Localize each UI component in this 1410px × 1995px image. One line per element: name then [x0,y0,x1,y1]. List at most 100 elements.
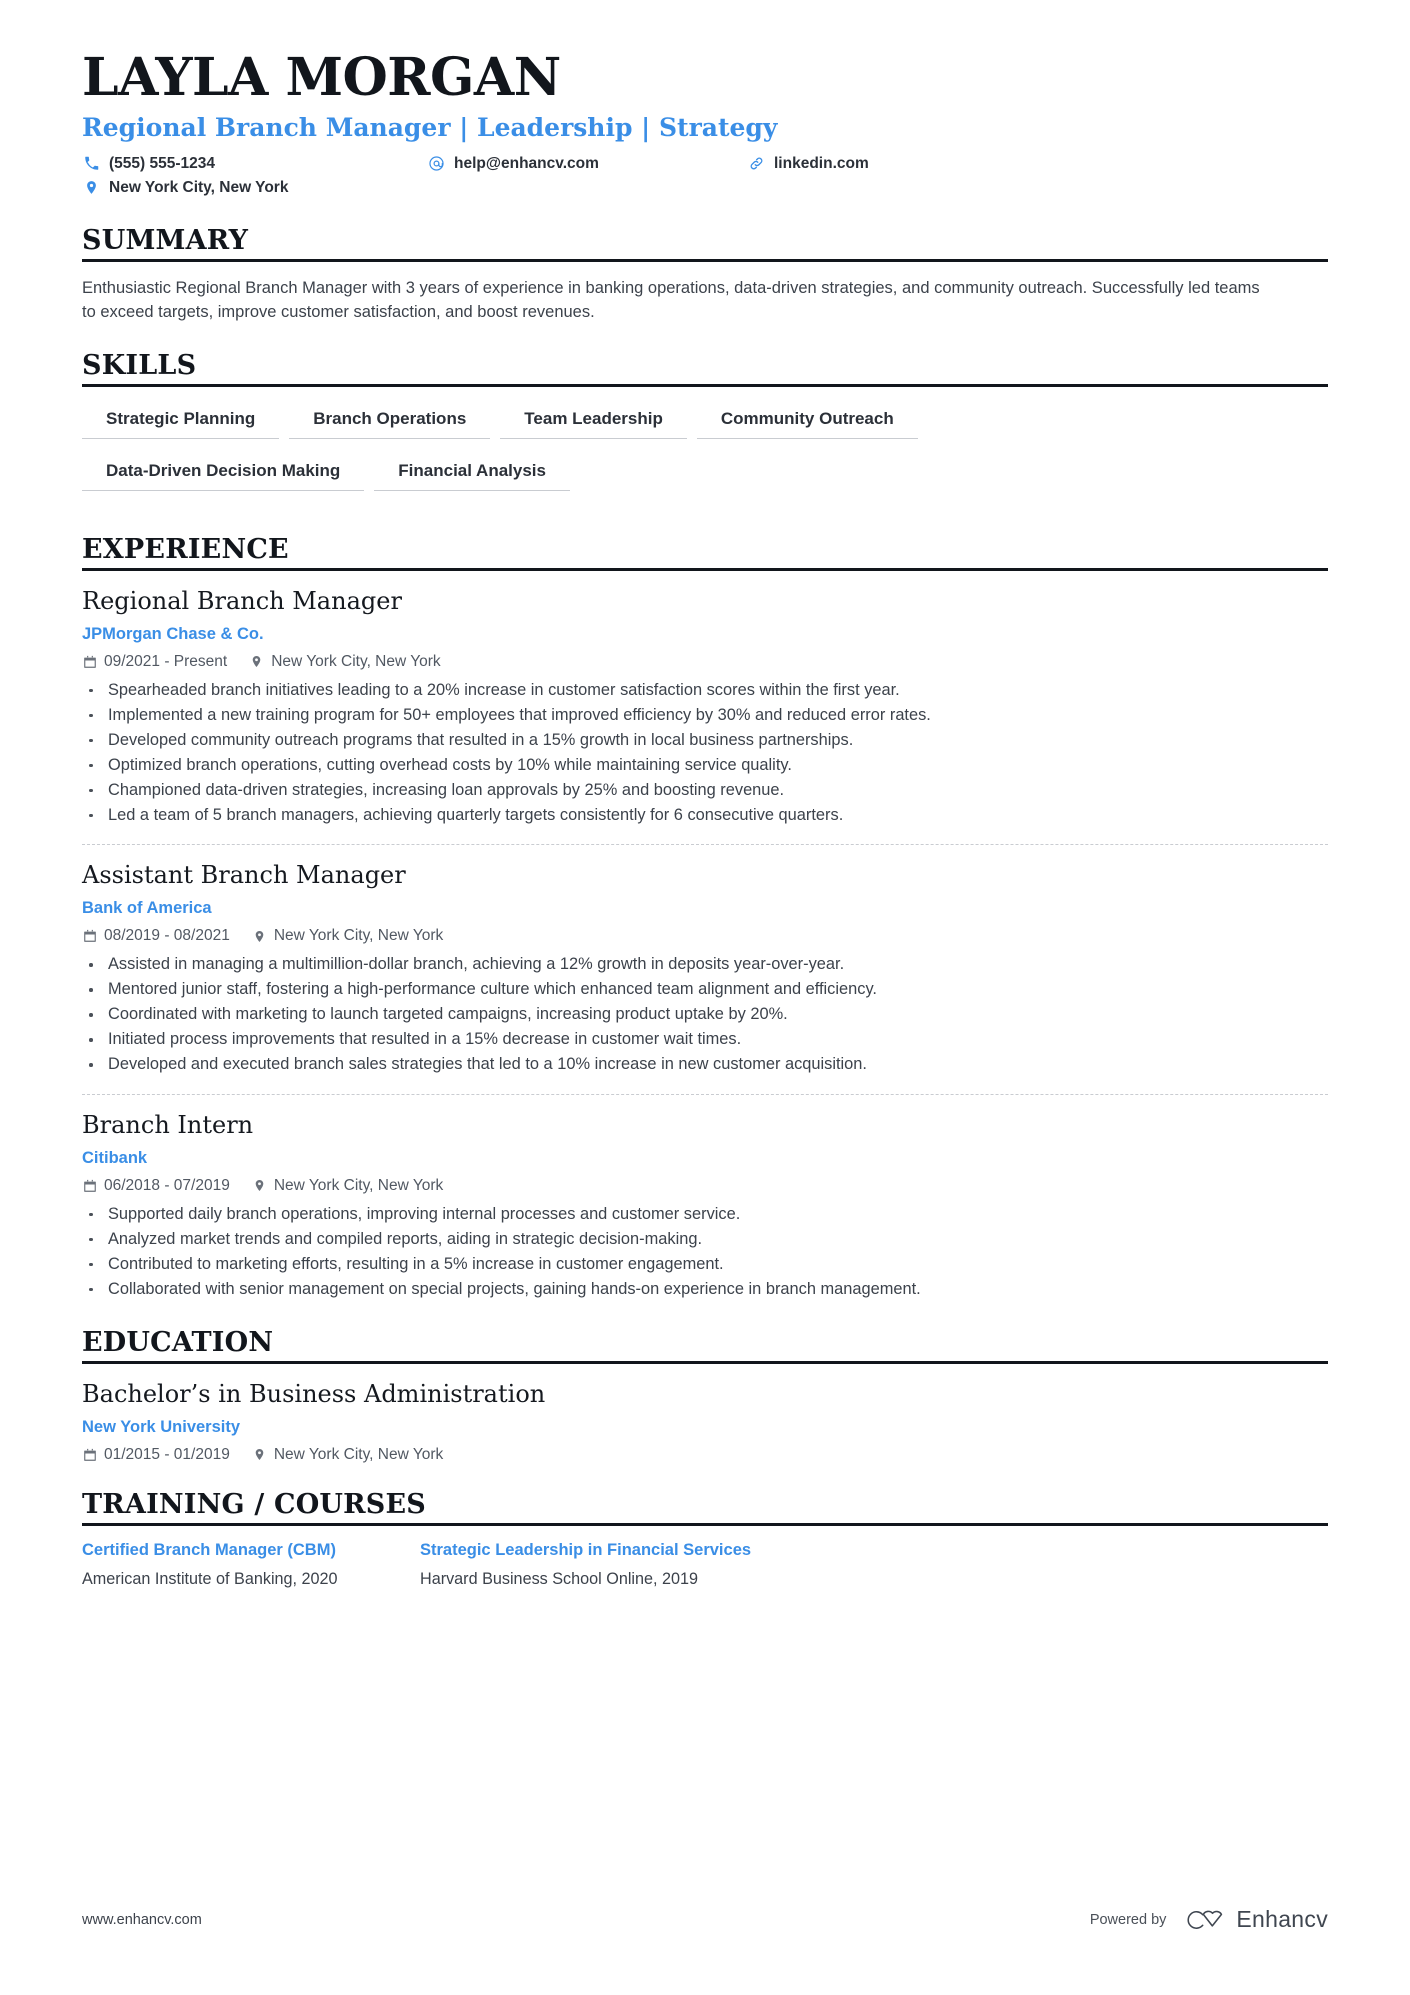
job-dates: 06/2018 - 07/2019 [82,1177,230,1195]
job-location-value: New York City, New York [271,652,441,670]
candidate-headline: Regional Branch Manager | Leadership | S… [82,113,778,142]
skill-tag: Strategic Planning [82,405,280,439]
section-title-skills: SKILLS [82,349,197,381]
experience-entry: Branch Intern Citibank 06/2018 - 07/2019 [82,1111,1328,1302]
bullet-item: Assisted in managing a multimillion-doll… [82,952,1328,977]
calendar-icon [82,654,97,669]
job-location: New York City, New York [252,927,443,945]
bullet-item: Led a team of 5 branch managers, achievi… [82,803,1328,828]
skill-tag: Community Outreach [696,405,918,439]
bullet-item: Spearheaded branch initiatives leading t… [82,678,1328,703]
bullet-item: Championed data-driven strategies, incre… [82,778,1328,803]
school-name: New York University [82,1417,241,1436]
email-icon [427,154,446,173]
skill-tag: Data-Driven Decision Making [82,457,365,491]
contact-email-value: help@enhancv.com [454,154,599,172]
section-experience: EXPERIENCE Regional Branch Manager JPMor… [82,533,1328,1302]
education-meta: 01/2015 - 01/2019 New York City, New Yor… [82,1446,1328,1464]
job-meta: 09/2021 - Present New York City, New Yor… [82,653,1328,671]
section-education: EDUCATION Bachelor’s in Business Adminis… [82,1326,1328,1464]
section-title-education: EDUCATION [82,1326,274,1358]
contact-linkedin-value: linkedin.com [774,154,869,172]
education-location-value: New York City, New York [273,1445,444,1463]
education-location: New York City, New York [252,1446,443,1464]
bullet-item: Implemented a new training program for 5… [82,703,1328,728]
contact-location: New York City, New York [82,176,427,200]
enhancv-brand-name: Enhancv [1236,1906,1328,1932]
job-bullets: Supported daily branch operations, impro… [82,1202,1328,1302]
location-icon [249,654,264,669]
experience-entry: Assistant Branch Manager Bank of America… [82,861,1328,1076]
footer-website[interactable]: www.enhancv.com [82,1912,202,1928]
job-bullets: Assisted in managing a multimillion-doll… [82,952,1328,1077]
calendar-icon [82,1178,97,1193]
job-dates: 09/2021 - Present [82,653,227,671]
resume-page: LAYLA MORGAN Regional Branch Manager | L… [0,0,1410,1995]
job-dates-value: 08/2019 - 08/2021 [104,927,230,945]
job-meta: 08/2019 - 08/2021 New York City, New Yor… [82,927,1328,945]
job-meta: 06/2018 - 07/2019 New York City, New Yor… [82,1177,1328,1195]
course-item: Certified Branch Manager (CBM) American … [82,1540,420,1591]
calendar-icon [82,1447,97,1462]
course-item: Strategic Leadership in Financial Servic… [420,1540,758,1591]
course-provider: American Institute of Banking, 2020 [82,1570,338,1589]
course-name: Strategic Leadership in Financial Servic… [420,1540,752,1559]
contact-location-value: New York City, New York [109,178,289,196]
section-summary: SUMMARY Enthusiastic Regional Branch Man… [82,224,1328,325]
section-title-training: TRAINING / COURSES [82,1488,426,1520]
job-location-value: New York City, New York [273,1176,444,1194]
bullet-item: Analyzed market trends and compiled repo… [82,1227,1328,1252]
powered-by-label: Powered by [1089,1911,1167,1928]
section-divider [82,383,1328,387]
experience-entry: Regional Branch Manager JPMorgan Chase &… [82,587,1328,827]
bullet-item: Optimized branch operations, cutting ove… [82,753,1328,778]
job-dates-value: 06/2018 - 07/2019 [104,1176,230,1194]
section-divider [82,1360,1328,1364]
section-title-experience: EXPERIENCE [82,533,289,565]
course-provider: Harvard Business School Online, 2019 [420,1570,699,1589]
footer-branding: Powered by Enhancv [1090,1906,1328,1933]
entry-separator [82,1093,1328,1095]
section-divider [82,568,1328,572]
contact-row-2: New York City, New York [82,176,1328,200]
company-name: Citibank [82,1148,148,1167]
contact-email[interactable]: help@enhancv.com [427,152,747,176]
job-title: Assistant Branch Manager [82,861,406,890]
enhancv-logo-icon [1184,1907,1226,1933]
job-location: New York City, New York [249,652,441,671]
section-divider [82,1522,1328,1526]
job-title: Regional Branch Manager [82,587,402,616]
job-location: New York City, New York [252,1177,443,1195]
resume-header: LAYLA MORGAN Regional Branch Manager | L… [82,0,1328,200]
section-skills: SKILLS Strategic Planning Branch Operati… [82,349,1328,509]
education-dates-value: 01/2015 - 01/2019 [104,1445,230,1463]
job-title: Branch Intern [82,1110,254,1139]
skills-list: Strategic Planning Branch Operations Tea… [82,405,1082,509]
candidate-name: LAYLA MORGAN [82,47,561,108]
contact-linkedin[interactable]: linkedin.com [747,152,869,176]
section-divider [82,258,1328,262]
course-name: Certified Branch Manager (CBM) [82,1540,336,1559]
entry-separator [82,844,1328,846]
page-footer: www.enhancv.com Powered by Enhancv [82,1906,1328,1933]
link-icon [747,154,766,173]
courses-list: Certified Branch Manager (CBM) American … [82,1540,1328,1591]
calendar-icon [82,929,97,944]
section-title-summary: SUMMARY [82,224,249,256]
bullet-item: Initiated process improvements that resu… [82,1027,1328,1052]
bullet-item: Coordinated with marketing to launch tar… [82,1002,1328,1027]
skill-tag: Financial Analysis [374,457,570,491]
contact-phone-value: (555) 555-1234 [109,154,215,172]
skill-tag: Branch Operations [289,405,491,439]
contact-info: (555) 555-1234 help@enhancv.com linkedin… [82,152,1328,200]
location-icon [82,178,101,197]
skill-tag: Team Leadership [500,405,687,439]
company-name: JPMorgan Chase & Co. [82,624,264,643]
job-bullets: Spearheaded branch initiatives leading t… [82,678,1328,828]
bullet-item: Mentored junior staff, fostering a high-… [82,977,1328,1002]
location-icon [252,929,267,944]
summary-text: Enthusiastic Regional Branch Manager wit… [82,278,1260,322]
bullet-item: Collaborated with senior management on s… [82,1277,1328,1302]
company-name: Bank of America [82,899,212,918]
contact-phone[interactable]: (555) 555-1234 [82,152,427,176]
